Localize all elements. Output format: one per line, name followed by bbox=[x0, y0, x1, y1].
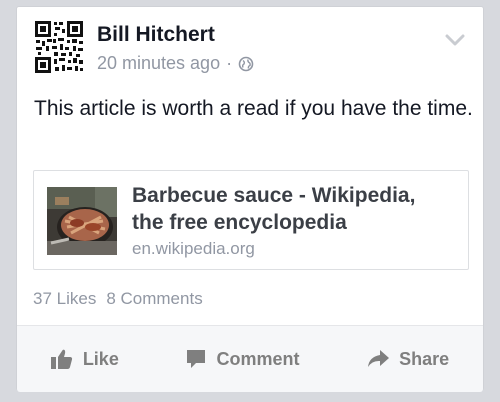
post-card: Bill Hitchert 20 minutes ago · This arti… bbox=[16, 6, 484, 392]
link-preview[interactable]: Barbecue sauce - Wikipedia, the free enc… bbox=[33, 170, 469, 270]
like-button[interactable]: Like bbox=[50, 348, 119, 370]
share-label: Share bbox=[399, 348, 450, 369]
link-thumbnail bbox=[47, 187, 117, 255]
avatar[interactable] bbox=[34, 20, 84, 74]
author-name[interactable]: Bill Hitchert bbox=[97, 23, 215, 47]
comment-label: Comment bbox=[216, 348, 300, 369]
globe-icon[interactable] bbox=[238, 56, 254, 72]
like-label: Like bbox=[82, 348, 119, 369]
link-title[interactable]: Barbecue sauce - Wikipedia, the free enc… bbox=[132, 182, 452, 236]
post-meta: 20 minutes ago · bbox=[97, 53, 254, 74]
link-domain: en.wikipedia.org bbox=[132, 239, 255, 258]
comments-count[interactable]: 8 Comments bbox=[106, 289, 202, 309]
likes-count[interactable]: 37 Likes bbox=[33, 289, 96, 309]
post-text: This article is worth a read if you have… bbox=[34, 97, 473, 120]
qr-code-avatar-icon bbox=[34, 20, 84, 74]
comment-button[interactable]: Comment bbox=[186, 348, 300, 370]
thumbs-up-icon bbox=[50, 349, 72, 369]
share-button[interactable]: Share bbox=[367, 349, 449, 370]
action-bar: Like Comment Share bbox=[17, 326, 483, 392]
meta-separator: · bbox=[226, 53, 233, 73]
post-options-chevron-icon[interactable] bbox=[445, 33, 465, 47]
share-arrow-icon bbox=[368, 350, 390, 367]
barbecue-image-icon bbox=[47, 187, 117, 255]
post-stats: 37 Likes 8 Comments bbox=[33, 289, 203, 309]
timestamp[interactable]: 20 minutes ago bbox=[97, 53, 220, 74]
comment-bubble-icon bbox=[187, 350, 206, 368]
